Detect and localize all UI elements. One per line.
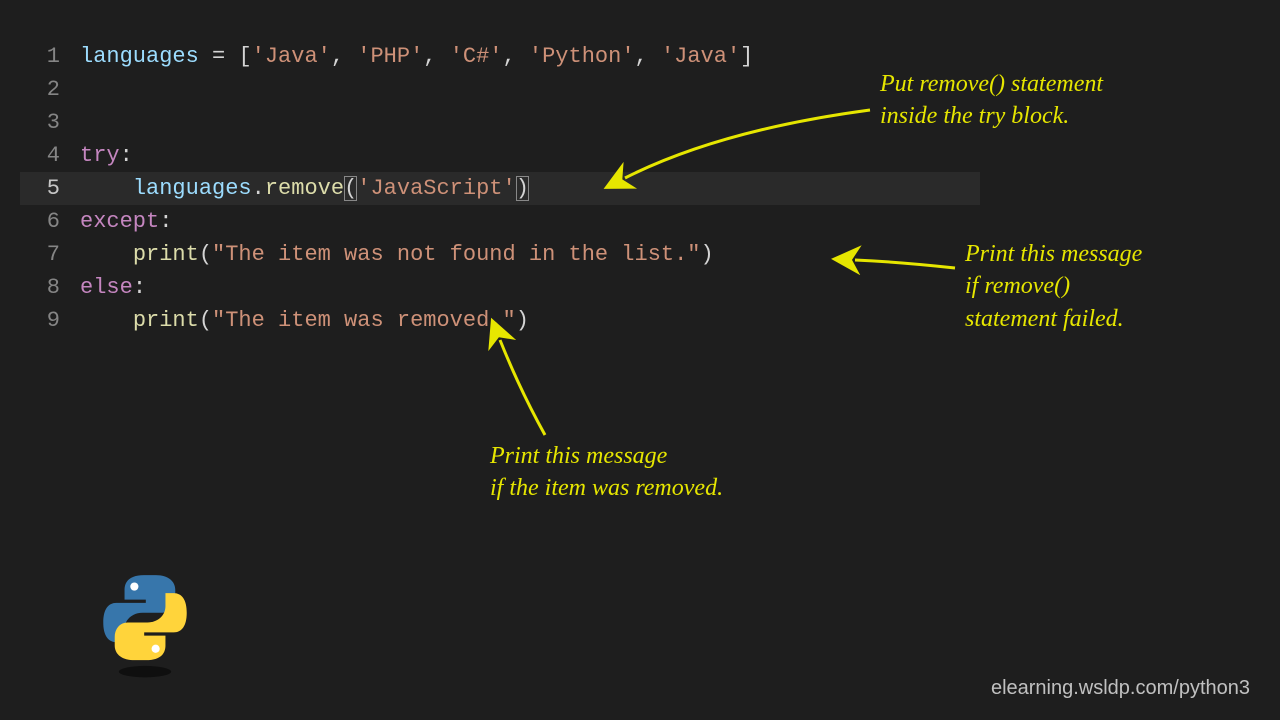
code-content: else: [80,275,146,300]
code-content: print("The item was removed.") [80,308,529,333]
code-line: 3 [20,106,980,139]
line-number: 1 [20,44,80,69]
line-number: 9 [20,308,80,333]
line-number: 2 [20,77,80,102]
code-content: try: [80,143,133,168]
code-line: 6except: [20,205,980,238]
line-number: 8 [20,275,80,300]
code-line: 5 languages.remove('JavaScript') [20,172,980,205]
line-number: 5 [20,176,80,201]
arrow-to-else-print [500,340,545,435]
code-line: 2 [20,73,980,106]
code-line: 4try: [20,139,980,172]
python-logo [100,570,190,680]
code-line: 9 print("The item was removed.") [20,304,980,337]
line-number: 4 [20,143,80,168]
code-content: except: [80,209,172,234]
code-editor: 1languages = ['Java', 'PHP', 'C#', 'Pyth… [20,40,980,337]
code-line: 7 print("The item was not found in the l… [20,238,980,271]
code-line: 1languages = ['Java', 'PHP', 'C#', 'Pyth… [20,40,980,73]
watermark-url: elearning.wsldp.com/python3 [991,677,1250,700]
annotation-else-msg: Print this message if the item was remov… [490,440,723,505]
annotation-try-block: Put remove() statement inside the try bl… [880,68,1103,133]
annotation-except-msg: Print this message if remove() statement… [965,238,1142,335]
code-content: languages.remove('JavaScript') [80,176,529,201]
code-content: languages = ['Java', 'PHP', 'C#', 'Pytho… [80,44,753,69]
line-number: 6 [20,209,80,234]
line-number: 7 [20,242,80,267]
code-line: 8else: [20,271,980,304]
code-content: print("The item was not found in the lis… [80,242,714,267]
line-number: 3 [20,110,80,135]
